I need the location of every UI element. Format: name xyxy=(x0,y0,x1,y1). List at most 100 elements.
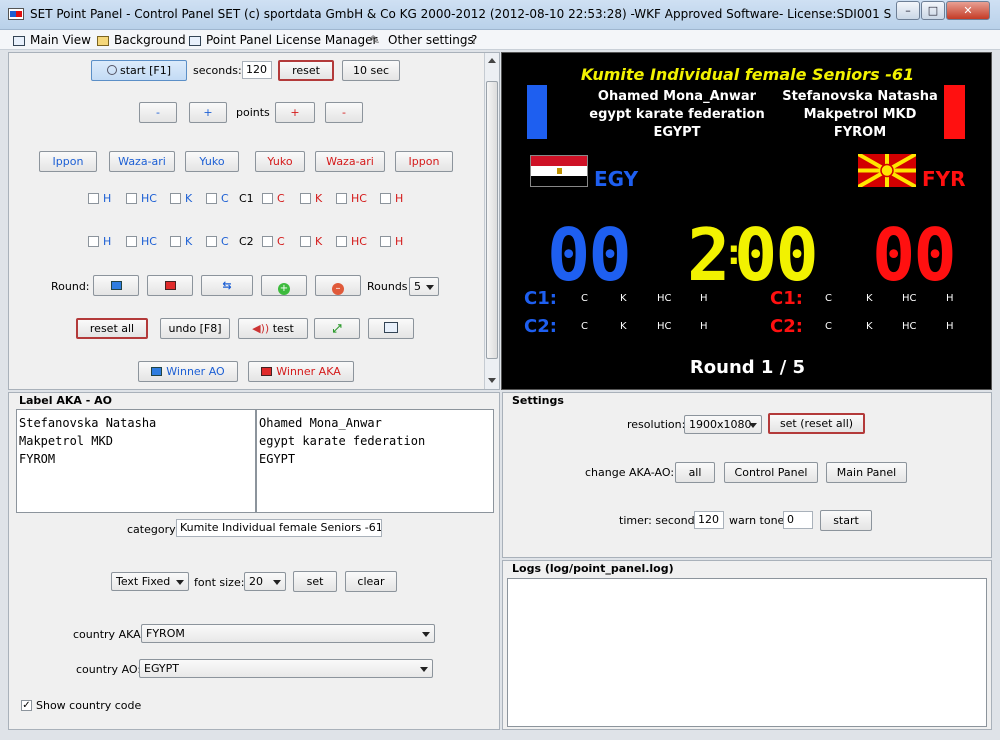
undo-button[interactable]: undo [F8] xyxy=(160,318,230,339)
ao-c2-c-checkbox[interactable] xyxy=(206,236,217,247)
sb-aka-c1-k: K xyxy=(866,293,873,304)
timer-start-button[interactable]: start xyxy=(820,510,872,531)
ao-c1-h-label: H xyxy=(103,192,112,205)
aka-c2-h-checkbox[interactable] xyxy=(380,236,391,247)
aka-c1-c-checkbox[interactable] xyxy=(262,193,273,204)
scoreboard-category: Kumite Individual female Seniors -61 xyxy=(580,65,915,84)
new-window-button[interactable] xyxy=(368,318,414,339)
round-remove-button[interactable]: – xyxy=(315,275,361,296)
change-main-panel-button[interactable]: Main Panel xyxy=(826,462,907,483)
chevron-down-icon xyxy=(422,632,430,637)
ao-ippon-button[interactable]: Ippon xyxy=(39,151,97,172)
text-mode-select[interactable]: Text Fixed xyxy=(111,572,189,591)
ao-c1-k-checkbox[interactable] xyxy=(170,193,181,204)
winner-aka-button[interactable]: Winner AKA xyxy=(248,361,354,382)
scoreboard-ao-club: egypt karate federation xyxy=(589,107,765,122)
reset-all-button[interactable]: reset all xyxy=(76,318,148,339)
close-button[interactable]: ✕ xyxy=(946,1,990,20)
scroll-thumb[interactable] xyxy=(486,81,498,359)
aka-c2-hc-checkbox[interactable] xyxy=(336,236,347,247)
ao-c2-h-checkbox[interactable] xyxy=(88,236,99,247)
ao-plus-button[interactable]: + xyxy=(189,102,227,123)
ten-sec-button[interactable]: 10 sec xyxy=(342,60,400,81)
country-ao-select[interactable]: EGYPT xyxy=(139,659,433,678)
scoreboard-aka-code: FYR xyxy=(922,167,966,191)
logs-textarea[interactable] xyxy=(507,578,987,727)
aka-plus-button[interactable]: + xyxy=(275,102,315,123)
label-clear-button[interactable]: clear xyxy=(345,571,397,592)
scoreboard-ao-score: 00 xyxy=(547,213,632,297)
ao-flag-button[interactable] xyxy=(93,275,139,296)
resolution-select[interactable]: 1900x1080 xyxy=(684,415,762,434)
ao-c1-k-label: K xyxy=(185,192,193,205)
ao-c2-hc-label: HC xyxy=(141,235,157,248)
ao-minus-button[interactable]: - xyxy=(139,102,177,123)
aka-flag-button[interactable] xyxy=(147,275,193,296)
window-title: SET Point Panel - Control Panel SET (c) … xyxy=(30,7,892,21)
ao-label-textarea[interactable]: Ohamed Mona_Anwar egypt karate federatio… xyxy=(256,409,494,513)
sb-aka-c2-c: C xyxy=(825,321,832,332)
show-country-code-checkbox[interactable]: ✓ xyxy=(21,700,32,711)
ao-c1-c-checkbox[interactable] xyxy=(206,193,217,204)
country-aka-select[interactable]: FYROM xyxy=(141,624,435,643)
aka-c2-k-label: K xyxy=(315,235,323,248)
ao-wazaari-button[interactable]: Waza-ari xyxy=(109,151,175,172)
sb-ao-c1-c: C xyxy=(581,293,588,304)
test-button[interactable]: ◀)) test xyxy=(238,318,308,339)
aka-c2-k-checkbox[interactable] xyxy=(300,236,311,247)
menu-other-label: Other settings xyxy=(388,33,474,47)
aka-c1-h-checkbox[interactable] xyxy=(380,193,391,204)
maximize-button[interactable]: □ xyxy=(921,1,945,20)
scoreboard-ao-code: EGY xyxy=(594,167,639,191)
rounds-select[interactable]: 5 xyxy=(409,277,439,296)
label-panel: Label AKA - AO Stefanovska Natasha Makpe… xyxy=(8,392,500,730)
sb-aka-c1-h: H xyxy=(946,293,954,304)
control-panel-scrollbar[interactable] xyxy=(484,53,499,389)
warn-tone-input[interactable]: 0 xyxy=(783,511,813,529)
set-reset-all-button[interactable]: set (reset all) xyxy=(768,413,865,434)
aka-wazaari-button[interactable]: Waza-ari xyxy=(315,151,385,172)
sb-aka-c2-hc: HC xyxy=(902,321,917,332)
ao-c2-hc-checkbox[interactable] xyxy=(126,236,137,247)
round-add-button[interactable]: + xyxy=(261,275,307,296)
menu-help[interactable]: ? xyxy=(471,32,477,48)
reset-button[interactable]: reset xyxy=(278,60,334,81)
label-set-button[interactable]: set xyxy=(293,571,337,592)
aka-ippon-button[interactable]: Ippon xyxy=(395,151,453,172)
change-all-button[interactable]: all xyxy=(675,462,715,483)
ao-c1-h-checkbox[interactable] xyxy=(88,193,99,204)
sb-aka-c2-h: H xyxy=(946,321,954,332)
aka-label-textarea[interactable]: Stefanovska Natasha Makpetrol MKD FYROM xyxy=(16,409,256,513)
aka-minus-button[interactable]: - xyxy=(325,102,363,123)
seconds-input[interactable]: 120 xyxy=(242,61,272,79)
timer-seconds-input[interactable]: 120 xyxy=(694,511,724,529)
scroll-up-icon[interactable] xyxy=(488,58,496,63)
minimize-button[interactable]: – xyxy=(896,1,920,20)
scoreboard-timer-min: 2 xyxy=(687,213,730,297)
category-input[interactable]: Kumite Individual female Seniors -61 xyxy=(176,519,382,537)
scoreboard-timer-sec: 00 xyxy=(734,213,819,297)
swap-button[interactable]: ⇆ xyxy=(201,275,253,296)
start-button[interactable]: start [F1] xyxy=(91,60,187,81)
ao-c1-hc-checkbox[interactable] xyxy=(126,193,137,204)
wrench-icon: ✎ xyxy=(370,32,381,47)
country-aka-label: country AKA: xyxy=(73,628,145,641)
menu-background[interactable]: Background xyxy=(96,32,186,48)
menu-main-view[interactable]: Main View xyxy=(12,32,91,48)
aka-c2-c-checkbox[interactable] xyxy=(262,236,273,247)
scroll-down-icon[interactable] xyxy=(488,378,496,383)
menu-other-settings[interactable]: ✎ Other settings xyxy=(370,32,474,48)
aka-c1-k-checkbox[interactable] xyxy=(300,193,311,204)
scoreboard-ao-country: EGYPT xyxy=(653,125,701,140)
aka-yuko-button[interactable]: Yuko xyxy=(255,151,305,172)
ao-yuko-button[interactable]: Yuko xyxy=(185,151,239,172)
label-panel-title: Label AKA - AO xyxy=(17,394,115,407)
font-size-select[interactable]: 20 xyxy=(244,572,286,591)
ao-c2-k-checkbox[interactable] xyxy=(170,236,181,247)
change-control-panel-button[interactable]: Control Panel xyxy=(724,462,818,483)
winner-ao-button[interactable]: Winner AO xyxy=(138,361,238,382)
fullscreen-button[interactable]: ⤢ xyxy=(314,318,360,339)
sb-ao-c2-k: K xyxy=(620,321,627,332)
menu-license-manager[interactable]: Point Panel License Manager xyxy=(188,32,377,48)
aka-c1-hc-checkbox[interactable] xyxy=(336,193,347,204)
